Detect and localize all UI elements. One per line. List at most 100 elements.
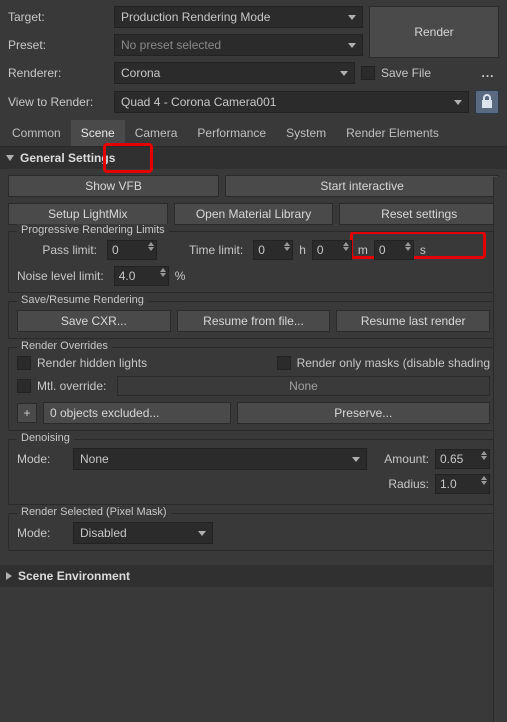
render-selected-mode-label: Mode:	[17, 526, 67, 540]
time-h-value: 0	[258, 243, 265, 257]
spinner-arrows-icon	[148, 242, 154, 251]
time-m-spinner[interactable]: 0	[312, 240, 352, 260]
target-value: Production Rendering Mode	[121, 10, 270, 24]
render-button[interactable]: Render	[369, 6, 499, 58]
tab-scene[interactable]: Scene	[71, 120, 125, 146]
m-label: m	[358, 243, 368, 257]
denoise-radius-spinner[interactable]: 1.0	[435, 474, 490, 494]
preset-label: Preset:	[8, 38, 108, 52]
save-file-label: Save File	[381, 66, 431, 80]
denoise-amount-label: Amount:	[373, 452, 429, 466]
lock-icon	[481, 94, 493, 111]
chevron-down-icon	[348, 43, 356, 48]
mtl-override-label: Mtl. override:	[37, 379, 117, 393]
renderer-label: Renderer:	[8, 66, 108, 80]
lock-view-button[interactable]	[475, 90, 499, 114]
vertical-scrollbar[interactable]	[493, 177, 507, 722]
chevron-down-icon	[454, 100, 462, 105]
tab-system[interactable]: System	[276, 120, 336, 146]
group-render-selected: Render Selected (Pixel Mask) Mode: Disab…	[8, 513, 499, 551]
render-hidden-lights-checkbox[interactable]	[17, 356, 31, 370]
noise-limit-label: Noise level limit:	[17, 269, 104, 283]
save-file-more-button[interactable]: ...	[477, 66, 499, 80]
setup-lightmix-button[interactable]: Setup LightMix	[8, 203, 168, 225]
pass-limit-value: 0	[112, 243, 119, 257]
spinner-arrows-icon	[481, 451, 487, 460]
chevron-down-icon	[6, 155, 14, 161]
noise-limit-value: 4.0	[119, 269, 136, 283]
spinner-arrows-icon	[284, 242, 290, 251]
save-file-checkbox[interactable]	[361, 66, 375, 80]
chevron-down-icon	[340, 71, 348, 76]
spinner-arrows-icon	[481, 476, 487, 485]
noise-limit-spinner[interactable]: 4.0	[114, 266, 169, 286]
group-save-resume: Save/Resume Rendering Save CXR... Resume…	[8, 301, 499, 339]
spinner-arrows-icon	[405, 242, 411, 251]
renderer-value: Corona	[121, 66, 160, 80]
spinner-arrows-icon	[343, 242, 349, 251]
section-general-settings[interactable]: General Settings	[0, 147, 507, 169]
target-dropdown[interactable]: Production Rendering Mode	[114, 6, 363, 28]
view-to-render-value: Quad 4 - Corona Camera001	[121, 95, 276, 109]
resume-last-render-button[interactable]: Resume last render	[336, 310, 490, 332]
pass-limit-label: Pass limit:	[17, 243, 97, 257]
spinner-arrows-icon	[160, 268, 166, 277]
denoise-radius-value: 1.0	[440, 477, 457, 491]
time-h-spinner[interactable]: 0	[253, 240, 293, 260]
denoise-radius-label: Radius:	[373, 477, 429, 491]
render-only-masks-checkbox[interactable]	[277, 356, 291, 370]
resume-from-file-button[interactable]: Resume from file...	[177, 310, 331, 332]
chevron-down-icon	[348, 15, 356, 20]
percent-label: %	[175, 269, 186, 283]
group-title: Save/Resume Rendering	[17, 294, 148, 306]
time-s-value: 0	[379, 243, 386, 257]
show-vfb-button[interactable]: Show VFB	[8, 175, 219, 197]
denoise-amount-value: 0.65	[440, 452, 463, 466]
preserve-button[interactable]: Preserve...	[237, 402, 490, 424]
chevron-right-icon	[6, 572, 12, 580]
group-title: Render Selected (Pixel Mask)	[17, 506, 171, 518]
tab-common[interactable]: Common	[2, 120, 71, 146]
tab-render-elements[interactable]: Render Elements	[336, 120, 449, 146]
view-to-render-dropdown[interactable]: Quad 4 - Corona Camera001	[114, 91, 469, 113]
tab-performance[interactable]: Performance	[187, 120, 276, 146]
render-hidden-lights-label: Render hidden lights	[37, 356, 277, 370]
reset-settings-button[interactable]: Reset settings	[339, 203, 499, 225]
mtl-override-slot[interactable]: None	[117, 376, 490, 396]
time-s-spinner[interactable]: 0	[374, 240, 414, 260]
denoise-mode-label: Mode:	[17, 452, 67, 466]
section-scene-environment[interactable]: Scene Environment	[0, 565, 507, 587]
render-selected-mode-value: Disabled	[80, 526, 127, 540]
group-title: Progressive Rendering Limits	[17, 224, 169, 236]
render-selected-mode-dropdown[interactable]: Disabled	[73, 522, 213, 544]
group-denoising: Denoising Mode: None Amount: 0.65 Radius…	[8, 439, 499, 505]
renderer-dropdown[interactable]: Corona	[114, 62, 355, 84]
mtl-override-checkbox[interactable]	[17, 379, 31, 393]
target-label: Target:	[8, 10, 108, 24]
denoise-mode-dropdown[interactable]: None	[73, 448, 367, 470]
add-exclude-button[interactable]: +	[17, 403, 37, 423]
chevron-down-icon	[352, 457, 360, 462]
tab-camera[interactable]: Camera	[125, 120, 188, 146]
time-limit-label: Time limit:	[189, 243, 243, 257]
chevron-down-icon	[198, 531, 206, 536]
render-only-masks-label: Render only masks (disable shading	[297, 356, 490, 370]
view-to-render-label: View to Render:	[8, 95, 108, 109]
start-interactive-button[interactable]: Start interactive	[225, 175, 499, 197]
preset-dropdown[interactable]: No preset selected	[114, 34, 363, 56]
preset-value: No preset selected	[121, 38, 221, 52]
group-title: Render Overrides	[17, 340, 112, 352]
tab-bar: Common Scene Camera Performance System R…	[0, 120, 507, 147]
pass-limit-spinner[interactable]: 0	[107, 240, 157, 260]
section-title: Scene Environment	[18, 569, 130, 583]
s-label: s	[420, 243, 426, 257]
h-label: h	[299, 243, 306, 257]
time-m-value: 0	[317, 243, 324, 257]
group-progressive-limits: Progressive Rendering Limits Pass limit:…	[8, 231, 499, 293]
objects-excluded-button[interactable]: 0 objects excluded...	[43, 402, 231, 424]
open-material-library-button[interactable]: Open Material Library	[174, 203, 334, 225]
denoise-amount-spinner[interactable]: 0.65	[435, 449, 490, 469]
group-render-overrides: Render Overrides Render hidden lights Re…	[8, 347, 499, 431]
denoise-mode-value: None	[80, 452, 109, 466]
save-cxr-button[interactable]: Save CXR...	[17, 310, 171, 332]
